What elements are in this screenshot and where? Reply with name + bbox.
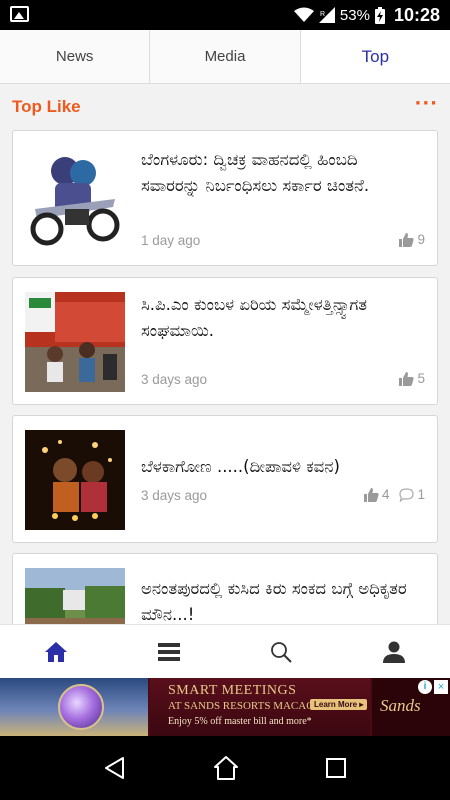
thumbs-up-icon xyxy=(399,232,415,247)
ad-image xyxy=(0,678,148,736)
ad-learn-more-button[interactable]: Learn More ▸ xyxy=(310,699,368,710)
ad-close-icon[interactable]: × xyxy=(434,680,448,694)
ad-headline: SMART MEETINGS xyxy=(168,683,297,698)
like-count[interactable]: 9 xyxy=(399,232,425,247)
battery-charging-icon xyxy=(374,6,385,24)
tab-bar: News Media Top xyxy=(0,30,450,84)
article-title[interactable]: ಸಿ.ಪಿ.ಎಂ ಕುಂಬಳ ಏರಿಯ ಸಮ್ಮೇಳತ್ತಿನ್ಸ್ವಾಗತ ಸ… xyxy=(141,292,421,344)
comment-count-value: 1 xyxy=(417,487,425,502)
comment-count[interactable]: 1 xyxy=(399,487,425,502)
article-card[interactable]: ಬೆಳಕಾಗೋಣ .....(ದೀಪಾವಳಿ ಕವನ) 3 days ago 4… xyxy=(12,415,438,543)
article-card[interactable]: ಸಿ.ಪಿ.ಎಂ ಕುಂಬಳ ಏರಿಯ ಸಮ್ಮೇಳತ್ತಿನ್ಸ್ವಾಗತ ಸ… xyxy=(12,277,438,405)
svg-text:R: R xyxy=(320,11,325,18)
article-title[interactable]: ಅನಂತಪುರದಲ್ಲಿ ಕುಸಿದ ಕಿರು ಸಂಕದ ಬಗ್ಗೆ ಅಧಿಕೃ… xyxy=(141,576,421,624)
article-stats: 5 xyxy=(399,371,425,386)
article-stats: 4 1 xyxy=(363,487,425,502)
nav-profile[interactable] xyxy=(338,625,450,678)
like-count-value: 5 xyxy=(417,371,425,386)
list-icon xyxy=(157,642,180,661)
article-card[interactable]: ಅನಂತಪುರದಲ್ಲಿ ಕುಸಿದ ಕಿರು ಸಂಕದ ಬಗ್ಗೆ ಅಧಿಕೃ… xyxy=(12,553,438,624)
system-navigation-bar xyxy=(0,736,450,800)
article-title[interactable]: ಬೆಂಗಳೂರು: ದ್ವಿಚಕ್ರ ವಾಹನದಲ್ಲಿ ಹಿಂಬದಿ ಸವಾರ… xyxy=(141,147,421,199)
article-thumbnail xyxy=(25,292,125,392)
tab-top[interactable]: Top xyxy=(300,30,450,83)
battery-percent: 53% xyxy=(339,6,370,24)
thumbs-up-icon xyxy=(399,371,415,386)
article-time: 1 day ago xyxy=(141,233,201,248)
status-bar: R 53% 10:28 xyxy=(0,0,450,30)
back-icon[interactable] xyxy=(103,756,127,780)
home-circle-icon[interactable] xyxy=(213,755,239,781)
like-count-value: 4 xyxy=(381,487,390,502)
bottom-navigation xyxy=(0,624,450,678)
wifi-icon xyxy=(293,7,314,22)
article-time: 3 days ago xyxy=(141,372,208,387)
like-count[interactable]: 4 xyxy=(363,487,390,502)
tab-news[interactable]: News xyxy=(0,30,151,83)
like-count[interactable]: 5 xyxy=(399,371,425,386)
nav-search[interactable] xyxy=(225,625,338,678)
thumbs-up-icon xyxy=(363,487,379,502)
tab-media[interactable]: Media xyxy=(150,30,301,83)
ad-banner[interactable]: SMART MEETINGS AT SANDS RESORTS MACAO En… xyxy=(0,678,450,736)
clock: 10:28 xyxy=(393,4,440,25)
ad-copy: SMART MEETINGS AT SANDS RESORTS MACAO En… xyxy=(150,678,370,736)
article-thumbnail xyxy=(25,149,125,249)
gallery-notification-icon xyxy=(10,6,29,22)
ad-subline: AT SANDS RESORTS MACAO xyxy=(168,700,315,712)
search-icon xyxy=(271,641,292,663)
recents-icon[interactable] xyxy=(325,757,347,779)
section-title: Top Like xyxy=(12,97,81,116)
profile-icon xyxy=(382,641,405,663)
more-dots-icon[interactable]: ··· xyxy=(414,93,438,114)
comment-icon xyxy=(399,487,415,502)
section-header: Top Like ··· xyxy=(0,85,450,129)
article-title[interactable]: ಬೆಳಕಾಗೋಣ .....(ದೀಪಾವಳಿ ಕವನ) xyxy=(141,454,421,480)
ad-offer: Enjoy 5% off master bill and more* xyxy=(168,716,312,727)
nav-home[interactable] xyxy=(0,625,113,678)
ad-orb-graphic xyxy=(58,684,104,730)
nav-list[interactable] xyxy=(113,625,226,678)
ad-brand-logo: Sands xyxy=(380,696,421,715)
like-count-value: 9 xyxy=(417,232,425,247)
article-stats: 9 xyxy=(399,232,425,247)
article-thumbnail xyxy=(25,568,125,624)
article-card[interactable]: ಬೆಂಗಳೂರು: ದ್ವಿಚಕ್ರ ವಾಹನದಲ್ಲಿ ಹಿಂಬದಿ ಸವಾರ… xyxy=(12,130,438,266)
home-icon xyxy=(45,641,68,662)
article-thumbnail xyxy=(25,430,125,530)
signal-icon: R xyxy=(318,7,335,23)
article-time: 3 days ago xyxy=(141,488,208,503)
ad-info-icon[interactable]: i xyxy=(418,680,432,694)
